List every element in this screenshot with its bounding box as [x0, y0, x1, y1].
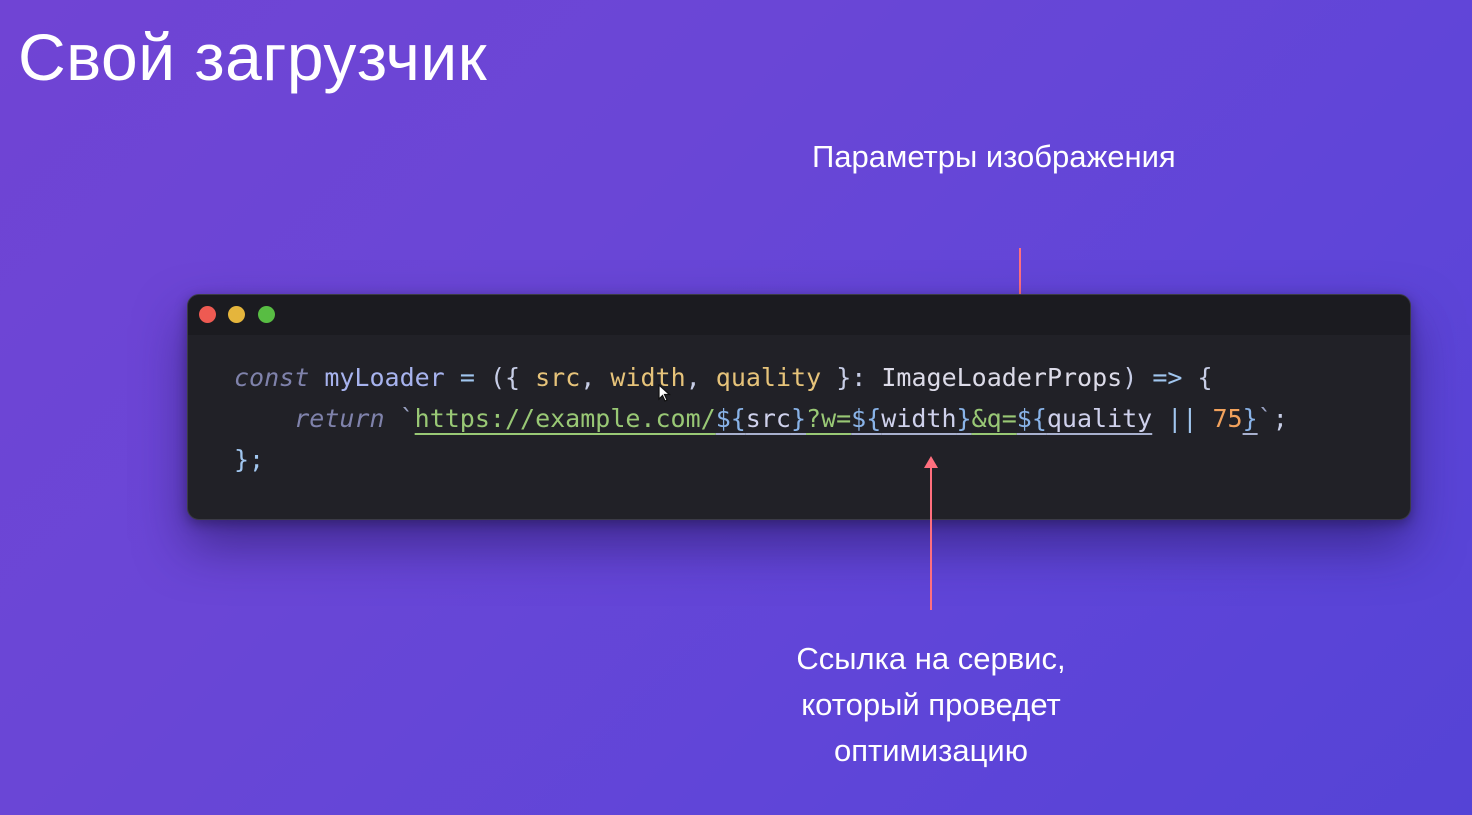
interpolated-width: width [881, 404, 957, 433]
param-src: src [535, 363, 581, 392]
semicolon: ; [1272, 404, 1288, 433]
default-quality-value: 75 [1212, 404, 1243, 433]
minimize-window-icon[interactable] [228, 306, 245, 323]
param-quality: quality [715, 363, 822, 392]
query-width-string: ?w= [806, 404, 852, 433]
maximize-window-icon[interactable] [258, 306, 275, 323]
service-link-annotation: Ссылка на сервис, который проведет оптим… [771, 636, 1091, 774]
arrow-up-icon [924, 456, 938, 610]
comma: , [580, 363, 596, 392]
close-paren: ) [1122, 363, 1138, 392]
comma: , [685, 363, 701, 392]
open-brace: ({ [489, 363, 521, 392]
close-function-brace: }; [234, 445, 265, 474]
type-name: ImageLoaderProps [881, 363, 1123, 392]
annotation-line-2: который проведет [801, 687, 1061, 722]
interpolated-src: src [745, 404, 791, 433]
close-brace: }: [836, 363, 867, 392]
slide-title: Свой загрузчик [18, 20, 488, 94]
interpolated-quality: quality [1046, 404, 1153, 433]
code-window: const myLoader = ({ src, width, quality … [187, 294, 1411, 520]
body-open-brace: { [1197, 363, 1213, 392]
window-title-bar [188, 295, 1410, 335]
const-keyword: const [234, 363, 310, 392]
interpolation-close: } [1242, 404, 1258, 433]
or-operator: || [1167, 404, 1198, 433]
interpolation-open: ${ [851, 404, 882, 433]
param-width: width [610, 363, 686, 392]
annotation-line-3: оптимизацию [834, 733, 1028, 768]
annotation-line-1: Ссылка на сервис, [796, 641, 1066, 676]
mouse-pointer-icon [658, 384, 672, 402]
interpolation-close: } [956, 404, 972, 433]
code-snippet: const myLoader = ({ src, width, quality … [234, 357, 1288, 480]
code-line-1: const myLoader = ({ src, width, quality … [234, 357, 1288, 398]
backtick: ` [399, 404, 415, 433]
code-line-3: }; [234, 439, 1288, 480]
assignment-operator: = [459, 363, 475, 392]
interpolation-open: ${ [715, 404, 746, 433]
close-window-icon[interactable] [199, 306, 216, 323]
interpolation-open: ${ [1016, 404, 1047, 433]
interpolation-close: } [790, 404, 807, 433]
backtick: ` [1257, 404, 1273, 433]
function-name: myLoader [324, 363, 445, 392]
image-parameters-annotation: Параметры изображения [812, 139, 1176, 174]
code-line-2: return `https://example.com/${src}?w=${w… [234, 398, 1288, 439]
query-quality-string: &q= [971, 404, 1017, 433]
url-string: https://example.com/ [414, 404, 716, 433]
return-keyword: return [294, 404, 385, 433]
arrow-operator: => [1152, 363, 1183, 392]
